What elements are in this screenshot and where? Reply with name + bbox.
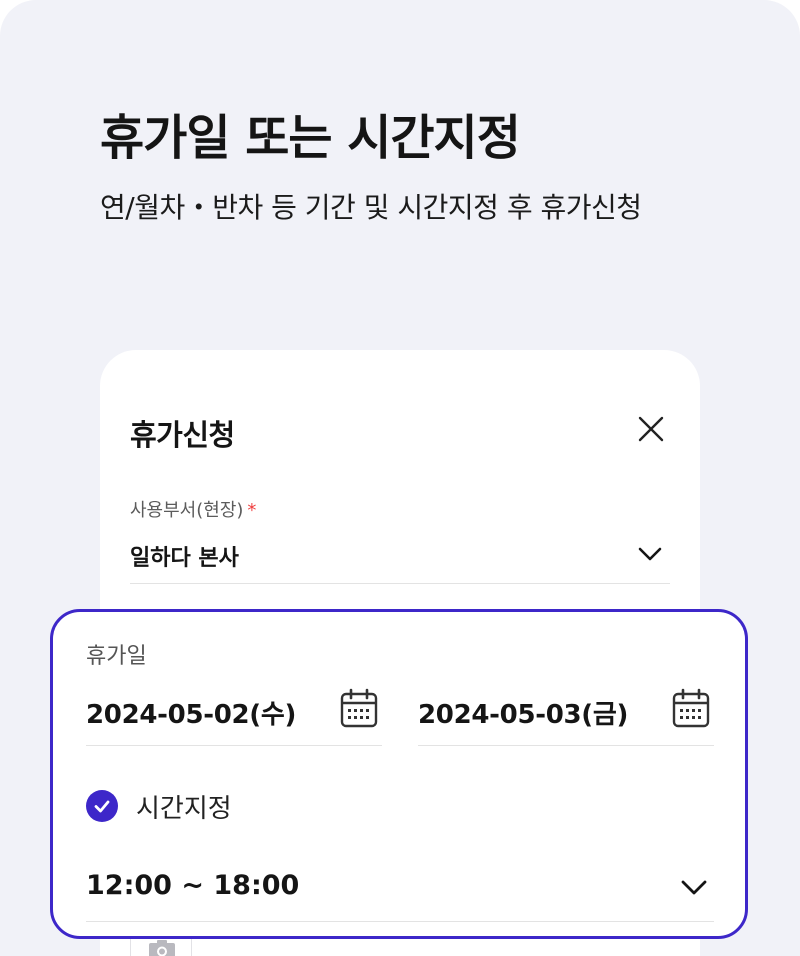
department-select[interactable]: 일하다 본사 bbox=[130, 536, 670, 584]
checkbox-checked bbox=[86, 790, 118, 822]
required-mark: * bbox=[247, 500, 257, 521]
check-icon bbox=[94, 800, 110, 813]
time-range-select[interactable]: 12:00 ~ 18:00 bbox=[86, 862, 714, 922]
close-button[interactable] bbox=[634, 412, 668, 446]
promo-subheadline: 연/월차・반차 등 기간 및 시간지정 후 휴가신청 bbox=[100, 191, 642, 224]
modal-title: 휴가신청 bbox=[130, 418, 235, 452]
time-range-value: 12:00 ~ 18:00 bbox=[86, 870, 300, 901]
end-date-value: 2024-05-03(금) bbox=[418, 700, 629, 730]
time-specify-checkbox[interactable]: 시간지정 bbox=[86, 788, 232, 824]
leave-date-label: 휴가일 bbox=[86, 644, 147, 669]
department-value: 일하다 본사 bbox=[130, 546, 239, 571]
time-specify-label: 시간지정 bbox=[136, 793, 232, 824]
camera-icon bbox=[149, 940, 175, 956]
calendar-icon bbox=[340, 688, 378, 728]
leave-period-panel: 휴가일 2024-05-02(수) 2024-05-03(금) 시간지정 12:… bbox=[50, 609, 748, 939]
start-date-field[interactable]: 2024-05-02(수) bbox=[86, 684, 382, 746]
chevron-down-icon bbox=[681, 880, 707, 895]
department-label-text: 사용부서(현장) bbox=[130, 500, 244, 521]
chevron-down-icon bbox=[638, 547, 662, 561]
promo-background: 휴가일 또는 시간지정 연/월차・반차 등 기간 및 시간지정 후 휴가신청 휴… bbox=[0, 0, 800, 956]
promo-headline: 휴가일 또는 시간지정 bbox=[100, 110, 521, 166]
start-date-value: 2024-05-02(수) bbox=[86, 700, 297, 730]
end-date-field[interactable]: 2024-05-03(금) bbox=[418, 684, 714, 746]
close-icon bbox=[638, 416, 664, 442]
department-label: 사용부서(현장) * bbox=[130, 496, 256, 522]
calendar-icon bbox=[672, 688, 710, 728]
